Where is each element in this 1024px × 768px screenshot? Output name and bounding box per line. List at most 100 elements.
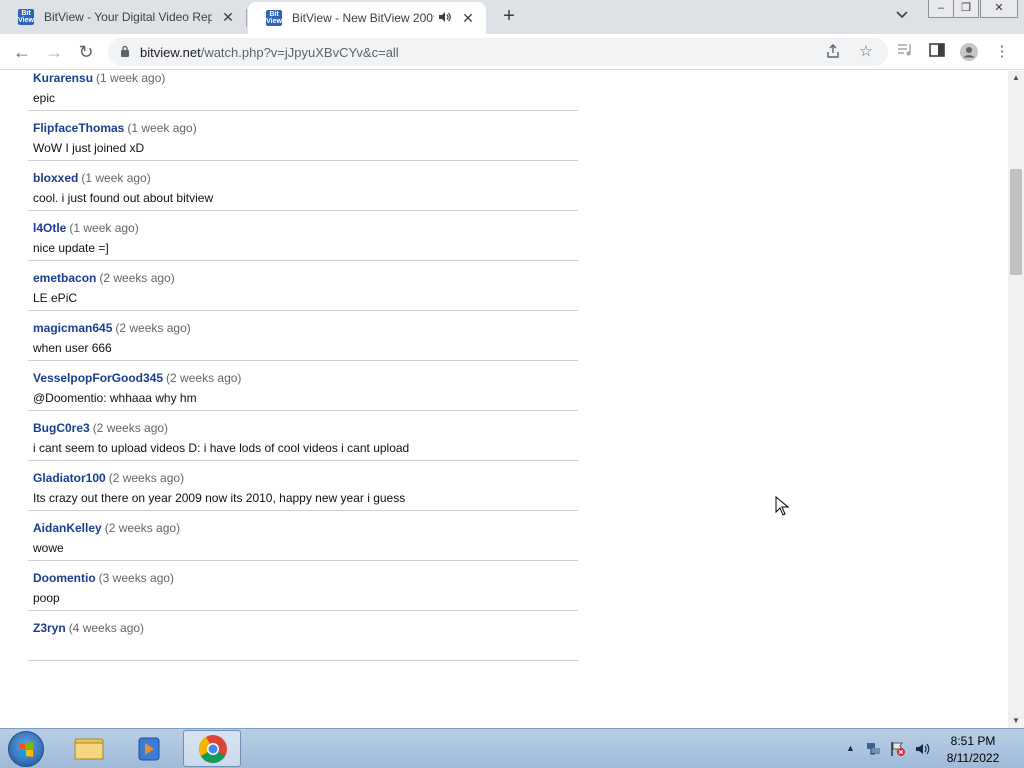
comment-text: cool. i just found out about bitview (33, 191, 214, 205)
comment-username-link[interactable]: Kurarensu (33, 71, 93, 85)
tab-close-icon[interactable]: ✕ (220, 9, 236, 26)
network-icon[interactable] (866, 741, 882, 760)
comment-username-link[interactable]: Doomentio (33, 571, 96, 585)
comment-username-link[interactable]: Gladiator100 (33, 471, 106, 485)
windows-taskbar: ▲ 8:51 PM 8/11/2022 (0, 728, 1024, 768)
comment-username-link[interactable]: VesselpopForGood345 (33, 371, 163, 385)
comment-item: Doomentio (3 weeks ago) poop (28, 561, 578, 611)
profile-avatar-icon[interactable] (960, 43, 978, 61)
mouse-cursor-icon (775, 496, 789, 516)
comment-item: FlipfaceThomas (1 week ago) WoW I just jo… (28, 111, 578, 161)
comment-username-link[interactable]: bloxxed (33, 171, 78, 185)
comment-text: wowe (33, 541, 64, 555)
comment-age: (2 weeks ago) (166, 371, 242, 385)
media-controls-icon[interactable] (896, 43, 914, 61)
volume-speaker-icon[interactable] (914, 741, 930, 760)
comment-age: (2 weeks ago) (115, 321, 191, 335)
comment-username-link[interactable]: FlipfaceThomas (33, 121, 124, 135)
comment-text: epic (33, 91, 56, 105)
menu-kebab-icon[interactable]: ⋮ (993, 43, 1011, 61)
show-hidden-icons-arrow-icon[interactable]: ▲ (846, 743, 855, 753)
tab-title: BitView - New BitView 2009 (292, 11, 434, 25)
comment-item: emetbacon (2 weeks ago) LE ePiC (28, 261, 578, 311)
media-player-icon (138, 737, 160, 761)
minimize-button[interactable]: – (928, 0, 954, 18)
scroll-up-arrow-icon[interactable]: ▲ (1008, 71, 1024, 85)
forward-button[interactable]: → (42, 40, 66, 64)
reload-button[interactable]: ↻ (74, 40, 98, 64)
start-button[interactable] (8, 731, 44, 767)
tab-close-icon[interactable]: ✕ (460, 10, 476, 27)
speaker-icon[interactable] (438, 11, 452, 26)
comment-item: Z3ryn (4 weeks ago) (28, 611, 578, 661)
comment-text: i cant seem to upload videos D: i have l… (33, 441, 410, 455)
back-button[interactable]: ← (10, 40, 34, 64)
comment-text: WoW I just joined xD (33, 141, 145, 155)
tab-search-chevron-icon[interactable] (896, 8, 908, 22)
taskbar-media-player[interactable] (121, 730, 179, 767)
comment-username-link[interactable]: AidanKelley (33, 521, 102, 535)
comment-username-link[interactable]: Z3ryn (33, 621, 66, 635)
clock-time[interactable]: 8:51 PM (930, 734, 1016, 748)
scroll-down-arrow-icon[interactable]: ▼ (1008, 714, 1024, 728)
comment-age: (1 week ago) (96, 71, 166, 85)
comment-item: BugC0re3 (2 weeks ago) i cant seem to upl… (28, 411, 578, 461)
comment-age: (4 weeks ago) (68, 621, 145, 635)
comment-text: Its crazy out there on year 2009 now its… (33, 491, 406, 505)
comment-item: VesselpopForGood345 (2 weeks ago) @Doomen… (28, 361, 578, 411)
side-panel-icon[interactable] (928, 43, 946, 61)
system-tray: ▲ 8:51 PM 8/11/2022 (842, 729, 1024, 768)
address-bar[interactable]: bitview.net/watch.php?v=jJpyuXBvCYv&c=al… (108, 38, 888, 66)
tab-bitview-home[interactable]: Bit View BitView - Your Digital Video Rep… (0, 0, 246, 34)
browser-toolbar: ← → ↻ bitview.net/watch.php?v=jJpyuXBvCY… (0, 34, 1024, 70)
tab-bitview-watch[interactable]: Bit View BitView - New BitView 2009 ✕ (248, 2, 486, 34)
page-content: Kurarensu (1 week ago) epic FlipfaceThoma… (0, 71, 1008, 728)
comment-text: when user 666 (33, 341, 112, 355)
comment-text: nice update =] (33, 241, 109, 255)
url-host: bitview.net (140, 44, 201, 60)
new-tab-button[interactable]: + (498, 5, 520, 27)
restore-button[interactable]: ❐ (953, 0, 979, 18)
comment-username-link[interactable]: emetbacon (33, 271, 96, 285)
comment-item: l4Otle (1 week ago) nice update =] (28, 211, 578, 261)
comment-age: (1 week ago) (127, 121, 197, 135)
action-center-flag-icon[interactable] (890, 741, 906, 760)
comment-text: poop (33, 591, 60, 605)
comments-list: Kurarensu (1 week ago) epic FlipfaceThoma… (28, 71, 578, 661)
scrollbar-thumb[interactable] (1010, 169, 1022, 275)
comment-item: magicman645 (2 weeks ago) when user 666 (28, 311, 578, 361)
taskbar-explorer[interactable] (60, 730, 118, 767)
tab-strip: Bit View BitView - Your Digital Video Rep… (0, 0, 1024, 34)
comment-age: (2 weeks ago) (108, 471, 185, 485)
clock-date[interactable]: 8/11/2022 (930, 751, 1016, 765)
folder-icon (74, 738, 104, 760)
share-icon[interactable] (824, 43, 842, 61)
comment-item: AidanKelley (2 weeks ago) wowe (28, 511, 578, 561)
comment-username-link[interactable]: l4Otle (33, 221, 66, 235)
comment-age: (2 weeks ago) (99, 271, 175, 285)
comment-item: bloxxed (1 week ago) cool. i just found o… (28, 161, 578, 211)
vertical-scrollbar[interactable]: ▲ ▼ (1008, 71, 1024, 728)
bookmark-star-icon[interactable]: ☆ (857, 43, 875, 61)
comment-age: (1 week ago) (69, 221, 139, 235)
chrome-icon (199, 735, 227, 763)
bitview-favicon-icon: Bit View (18, 9, 34, 25)
comment-item: Kurarensu (1 week ago) epic (28, 71, 578, 111)
comment-age: (2 weeks ago) (92, 421, 169, 435)
lock-icon[interactable] (120, 45, 130, 60)
comment-age: (1 week ago) (81, 171, 151, 185)
comment-text: LE ePiC (33, 291, 78, 305)
comment-text: @Doomentio: whhaaa why hm (33, 391, 197, 405)
tab-title: BitView - Your Digital Video Repository (44, 10, 212, 24)
comment-age: (2 weeks ago) (104, 521, 181, 535)
comment-age: (3 weeks ago) (98, 571, 175, 585)
window-close-button[interactable]: ✕ (980, 0, 1018, 18)
comment-username-link[interactable]: BugC0re3 (33, 421, 90, 435)
comment-item: Gladiator100 (2 weeks ago) Its crazy out … (28, 461, 578, 511)
bitview-favicon-icon: Bit View (266, 10, 282, 26)
tab-separator (246, 9, 247, 27)
comment-username-link[interactable]: magicman645 (33, 321, 112, 335)
windows-logo-icon (19, 742, 33, 757)
url-path: /watch.php?v=jJpyuXBvCYv&c=all (200, 44, 399, 60)
taskbar-chrome[interactable] (183, 730, 241, 767)
